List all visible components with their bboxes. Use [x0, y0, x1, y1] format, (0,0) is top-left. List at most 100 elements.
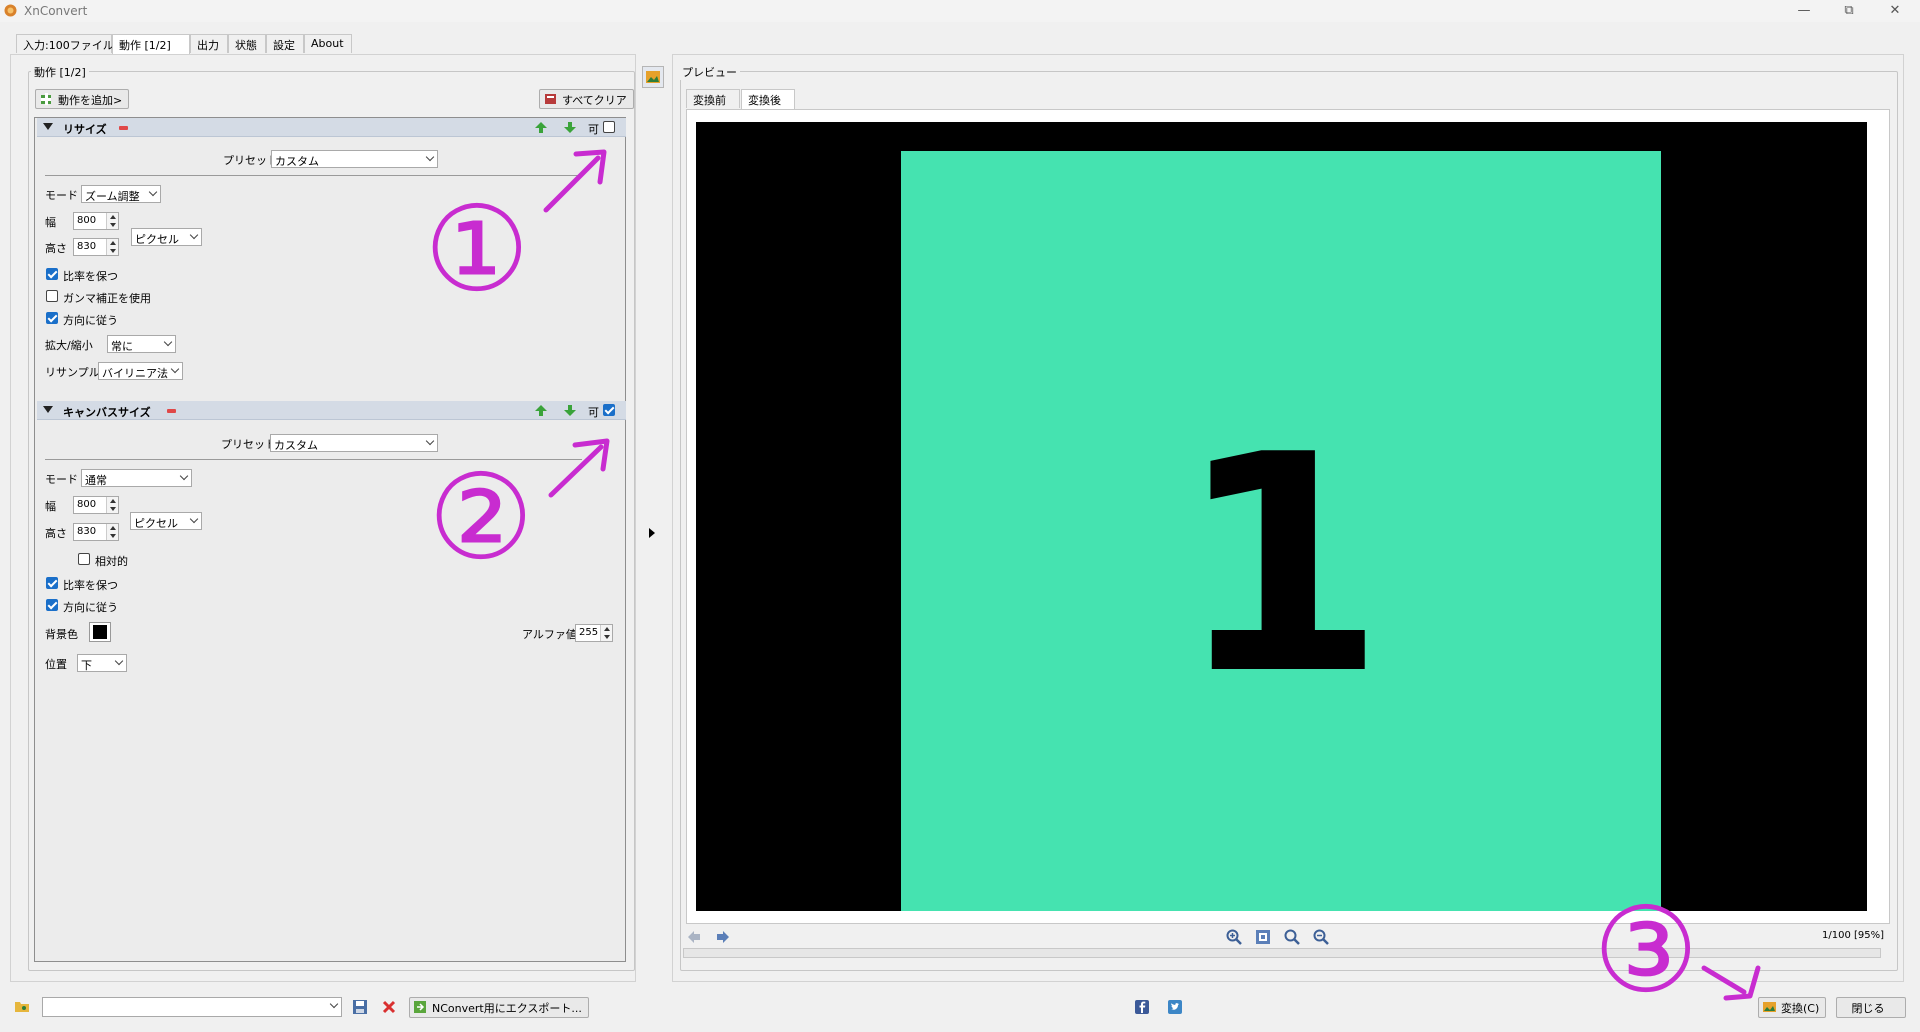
- export-label: NConvert用にエクスポート...: [432, 1002, 582, 1015]
- gamma-label: ガンマ補正を使用: [63, 292, 151, 305]
- canvas-orientation-label: 方向に従う: [63, 601, 118, 614]
- folder-icon[interactable]: [14, 998, 30, 1014]
- tab-actions[interactable]: 動作 [1/2]: [112, 34, 190, 54]
- tab-status[interactable]: 状態: [228, 34, 266, 53]
- tab-before[interactable]: 変換前: [686, 89, 740, 108]
- resize-width-input[interactable]: 800: [73, 212, 119, 230]
- resize-preset-select[interactable]: カスタム: [271, 150, 438, 168]
- canvas-mode-label: モード: [45, 473, 78, 486]
- canvas-mode-select[interactable]: 通常: [81, 469, 192, 487]
- canvas-width-input[interactable]: 800: [73, 496, 119, 514]
- export-icon: [414, 1001, 426, 1013]
- resize-enable-checkbox[interactable]: [603, 121, 615, 133]
- previous-icon[interactable]: [686, 929, 702, 945]
- add-action-button[interactable]: 動作を追加>: [35, 89, 130, 109]
- bg-color-button[interactable]: [89, 622, 111, 642]
- tab-after[interactable]: 変換後: [741, 89, 795, 109]
- position-select[interactable]: 下: [77, 654, 127, 672]
- bg-color-swatch: [93, 625, 107, 639]
- delete-icon[interactable]: [381, 999, 397, 1015]
- close-button[interactable]: 閉じる: [1836, 997, 1906, 1018]
- resample-value: バイリニア法: [102, 367, 168, 380]
- twitter-icon[interactable]: [1167, 999, 1183, 1015]
- next-icon[interactable]: [715, 929, 731, 945]
- resize-mode-select[interactable]: ズーム調整: [81, 185, 161, 203]
- resize-unit-select[interactable]: ピクセル: [131, 228, 202, 246]
- move-up-icon[interactable]: [534, 121, 548, 134]
- resize-unit-value: ピクセル: [135, 233, 179, 246]
- add-action-label: 動作を追加>: [58, 94, 123, 107]
- resample-select[interactable]: バイリニア法: [98, 362, 183, 380]
- relative-checkbox[interactable]: [78, 553, 90, 565]
- canvas-unit-select[interactable]: ピクセル: [130, 512, 202, 530]
- canvas-preset-select[interactable]: カスタム: [270, 434, 438, 452]
- resize-width-value: 800: [77, 215, 97, 226]
- preview-image-number: 1: [1176, 391, 1386, 740]
- fit-to-window-icon[interactable]: [1255, 929, 1271, 945]
- add-action-icon: [41, 93, 51, 105]
- preview-counter: 1/100 [95%]: [1822, 930, 1885, 941]
- scale-select[interactable]: 常に: [107, 335, 176, 353]
- resize-mode-value: ズーム調整: [85, 190, 140, 203]
- save-icon[interactable]: [352, 999, 368, 1015]
- resize-section-header[interactable]: リサイズ 可: [37, 118, 626, 137]
- zoom-icon[interactable]: [1284, 929, 1300, 945]
- tab-settings[interactable]: 設定: [266, 34, 304, 53]
- close-icon[interactable]: ✕: [1884, 2, 1906, 20]
- canvas-keep-ratio-checkbox[interactable]: [46, 577, 58, 589]
- resize-orientation-checkbox[interactable]: [46, 312, 58, 324]
- resample-label: リサンプル: [45, 366, 100, 379]
- minimize-icon[interactable]: —: [1793, 2, 1815, 20]
- canvas-preset-value: カスタム: [274, 439, 318, 452]
- resize-orientation-label: 方向に従う: [63, 314, 118, 327]
- remove-action-icon[interactable]: [167, 409, 176, 413]
- canvas-enable-checkbox[interactable]: [603, 404, 615, 416]
- annotation-1: ①: [424, 180, 530, 318]
- move-down-icon[interactable]: [563, 404, 577, 417]
- zoom-out-icon[interactable]: [1313, 929, 1329, 945]
- gamma-checkbox[interactable]: [46, 290, 58, 302]
- resize-height-label: 高さ: [45, 242, 67, 255]
- collapse-icon[interactable]: [43, 123, 53, 130]
- app-logo-icon: [4, 4, 17, 17]
- close-label: 閉じる: [1851, 1002, 1885, 1015]
- canvas-mode-value: 通常: [85, 474, 107, 487]
- clear-all-label: すべてクリア: [562, 94, 627, 107]
- canvas-height-input[interactable]: 830: [73, 523, 119, 541]
- facebook-icon[interactable]: [1134, 999, 1150, 1015]
- tab-output[interactable]: 出力: [190, 34, 228, 53]
- canvas-enable-label: 可: [588, 406, 599, 419]
- canvas-orientation-checkbox[interactable]: [46, 599, 58, 611]
- annotation-2: ②: [428, 448, 534, 586]
- toggle-preview-button[interactable]: [642, 66, 664, 88]
- resize-keep-ratio-checkbox[interactable]: [46, 268, 58, 280]
- canvas-preset-label: プリセット: [221, 438, 276, 451]
- preview-scrollbar[interactable]: [683, 948, 1881, 958]
- export-nconvert-button[interactable]: NConvert用にエクスポート...: [409, 997, 589, 1018]
- zoom-in-icon[interactable]: [1226, 929, 1242, 945]
- scale-label: 拡大/縮小: [45, 339, 93, 352]
- resize-keep-ratio-label: 比率を保つ: [63, 270, 118, 283]
- preset-dropdown[interactable]: [42, 997, 342, 1017]
- tab-input[interactable]: 入力:100ファイル: [16, 34, 114, 53]
- alpha-input[interactable]: 255: [575, 624, 613, 642]
- preview-label: プレビュー: [679, 64, 740, 80]
- image-icon: [646, 71, 660, 83]
- remove-action-icon[interactable]: [119, 126, 128, 130]
- convert-button[interactable]: 変換(C): [1758, 997, 1826, 1018]
- move-up-icon[interactable]: [534, 404, 548, 417]
- move-down-icon[interactable]: [563, 121, 577, 134]
- resize-height-input[interactable]: 830: [73, 238, 119, 256]
- restore-icon[interactable]: ⧉: [1838, 2, 1860, 20]
- canvas-width-label: 幅: [45, 500, 56, 513]
- clear-all-button[interactable]: すべてクリア: [539, 89, 634, 109]
- expand-arrow-icon[interactable]: [649, 528, 655, 538]
- preview-canvas: 1: [696, 122, 1867, 911]
- convert-label: 変換(C): [1781, 1002, 1820, 1015]
- resize-height-value: 830: [77, 241, 97, 252]
- canvas-unit-value: ピクセル: [134, 517, 178, 530]
- scale-value: 常に: [111, 340, 133, 353]
- canvas-section-header[interactable]: キャンバスサイズ 可: [37, 401, 626, 420]
- collapse-icon[interactable]: [43, 406, 53, 413]
- tab-about[interactable]: About: [304, 34, 352, 53]
